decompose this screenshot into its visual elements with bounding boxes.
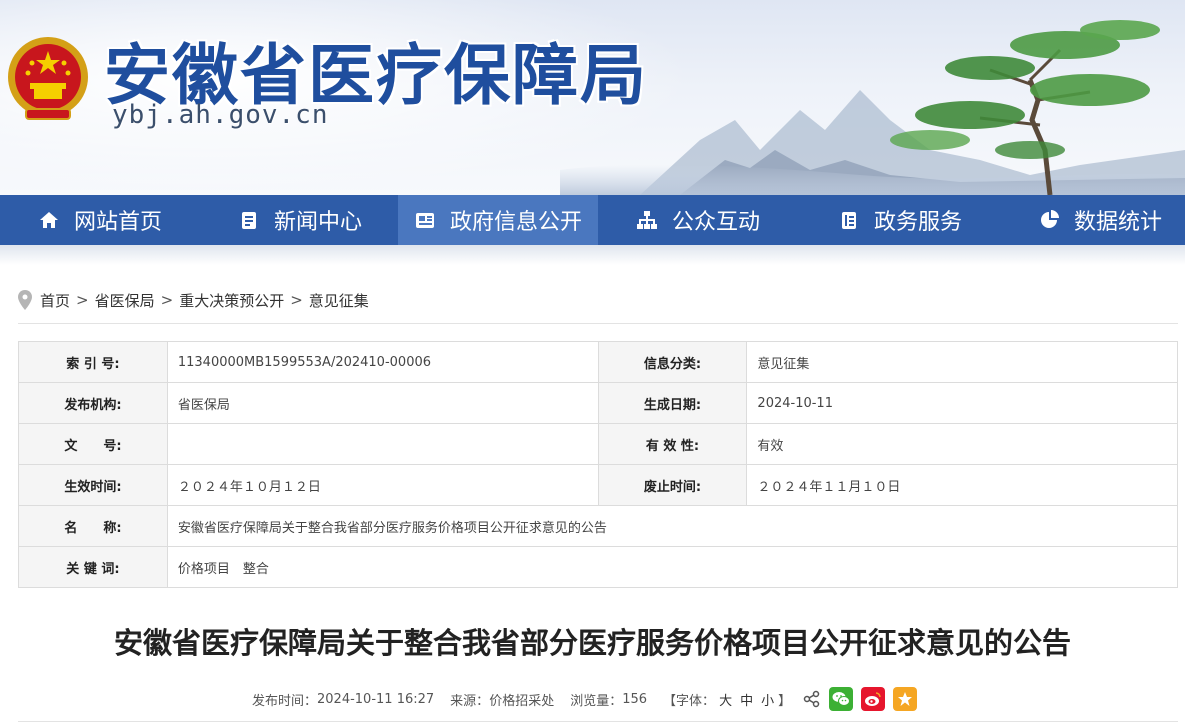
index-value: 11340000MB1599553A/202410-00006 bbox=[166, 341, 599, 383]
breadcrumb-link-decisions[interactable]: 重大决策预公开 bbox=[179, 290, 284, 311]
breadcrumb-link-home[interactable]: 首页 bbox=[40, 290, 70, 311]
share-icon[interactable] bbox=[803, 690, 821, 708]
table-row: 发布机构: 省医保局 生成日期: 2024-10-11 bbox=[18, 382, 1178, 424]
nav-shadow bbox=[0, 245, 1185, 265]
nav-item-label: 网站首页 bbox=[74, 210, 163, 235]
publisher-label: 发布机构: bbox=[18, 382, 168, 424]
publisher-value: 省医保局 bbox=[166, 382, 599, 424]
article-title: 安徽省医疗保障局关于整合我省部分医疗服务价格项目公开征求意见的公告 bbox=[113, 626, 1071, 660]
breadcrumb: 首页 > 省医保局 > 重大决策预公开 > 意见征集 bbox=[18, 288, 369, 312]
breadcrumb-separator: > bbox=[160, 291, 174, 309]
nav-item-services[interactable]: 政务服务 bbox=[838, 195, 962, 245]
site-domain: ybj.ah.gov.cn bbox=[112, 100, 329, 130]
breadcrumb-link-bureau[interactable]: 省医保局 bbox=[95, 290, 155, 311]
wechat-icon[interactable] bbox=[829, 687, 854, 711]
effective-date-value: ２０２４年１０月１２日 bbox=[166, 464, 599, 506]
category-value: 意见征集 bbox=[746, 341, 1178, 383]
breadcrumb-separator: > bbox=[290, 291, 303, 309]
location-pin-icon bbox=[18, 290, 32, 310]
effective-date-label: 生效时间: bbox=[18, 464, 168, 506]
nav-item-home[interactable]: 网站首页 bbox=[38, 195, 162, 245]
table-row: 生效时间: ２０２４年１０月１２日 废止时间: ２０２４年１１月１０日 bbox=[18, 464, 1178, 506]
publish-time-label: 发布时间： bbox=[252, 693, 318, 709]
favorite-icon[interactable] bbox=[893, 687, 918, 711]
main-nav: 网站首页 新闻中心 政府信息公开 公众互动 政务服务 数据统计 bbox=[0, 195, 1185, 245]
views-value: 156 bbox=[622, 691, 648, 707]
font-size-medium-button[interactable]: 中 bbox=[740, 690, 753, 709]
breadcrumb-link-opinions[interactable]: 意见征集 bbox=[309, 290, 369, 311]
doc-name-label: 名 称: bbox=[18, 505, 168, 547]
index-label: 索 引 号: bbox=[18, 341, 168, 383]
site-banner: 安徽省医疗保障局 ybj.ah.gov.cn bbox=[0, 0, 1185, 195]
nav-item-gov-info[interactable]: 政府信息公开 bbox=[398, 195, 598, 245]
article-divider bbox=[18, 721, 1178, 722]
pie-chart-icon bbox=[1041, 210, 1059, 228]
nav-item-label: 政府信息公开 bbox=[450, 210, 583, 235]
font-size-close: 】 bbox=[778, 693, 792, 709]
newspaper-icon bbox=[416, 213, 434, 228]
keywords-value: 价格项目 整合 bbox=[166, 546, 1179, 588]
views-label: 浏览量： bbox=[570, 693, 623, 709]
validity-value: 有效 bbox=[746, 423, 1178, 465]
font-size-small-button[interactable]: 小 bbox=[761, 690, 774, 709]
keywords-label: 关 键 词: bbox=[18, 546, 168, 588]
nav-item-label: 新闻中心 bbox=[274, 210, 363, 235]
breadcrumb-separator: > bbox=[76, 291, 89, 309]
article-meta: 发布时间： 2024-10-11 16:27 来源： 价格招采处 浏览量： 15… bbox=[252, 686, 918, 712]
source-value: 价格招采处 bbox=[489, 693, 555, 709]
table-row: 索 引 号: 11340000MB1599553A/202410-00006 信… bbox=[18, 341, 1178, 383]
home-icon bbox=[40, 212, 58, 228]
table-row: 文 号: 有 效 性: 有效 bbox=[18, 423, 1178, 465]
table-row: 名 称: 安徽省医疗保障局关于整合我省部分医疗服务价格项目公开征求意见的公告 bbox=[18, 505, 1179, 547]
nav-item-statistics[interactable]: 数据统计 bbox=[1038, 195, 1162, 245]
table-row: 关 键 词: 价格项目 整合 bbox=[18, 546, 1179, 588]
clipboard-icon bbox=[842, 212, 856, 229]
breadcrumb-divider bbox=[18, 323, 1178, 324]
nav-item-interaction[interactable]: 公众互动 bbox=[636, 195, 760, 245]
weibo-icon[interactable] bbox=[861, 687, 886, 711]
banner-scenery bbox=[560, 20, 1185, 195]
validity-label: 有 效 性: bbox=[597, 423, 748, 465]
category-label: 信息分类: bbox=[597, 341, 748, 383]
created-date-value: 2024-10-11 bbox=[746, 382, 1178, 424]
document-icon bbox=[242, 212, 256, 229]
source-label: 来源： bbox=[450, 693, 490, 709]
nav-item-label: 公众互动 bbox=[672, 210, 761, 235]
doc-number-label: 文 号: bbox=[18, 423, 168, 465]
publish-time-value: 2024-10-11 16:27 bbox=[317, 691, 435, 707]
nav-item-label: 数据统计 bbox=[1074, 210, 1163, 235]
created-date-label: 生成日期: bbox=[597, 382, 748, 424]
nav-item-news[interactable]: 新闻中心 bbox=[238, 195, 362, 245]
doc-name-value: 安徽省医疗保障局关于整合我省部分医疗服务价格项目公开征求意见的公告 bbox=[166, 505, 1179, 547]
document-info-table: 索 引 号: 11340000MB1599553A/202410-00006 信… bbox=[18, 341, 1179, 588]
nav-item-label: 政务服务 bbox=[874, 210, 963, 235]
national-emblem-icon bbox=[8, 37, 88, 120]
expire-date-label: 废止时间: bbox=[597, 464, 748, 506]
font-size-open: 【字体： bbox=[663, 693, 716, 709]
font-size-large-button[interactable]: 大 bbox=[719, 690, 732, 709]
doc-number-value bbox=[166, 423, 599, 465]
sitemap-icon bbox=[637, 211, 657, 229]
expire-date-value: ２０２４年１１月１０日 bbox=[746, 464, 1178, 506]
